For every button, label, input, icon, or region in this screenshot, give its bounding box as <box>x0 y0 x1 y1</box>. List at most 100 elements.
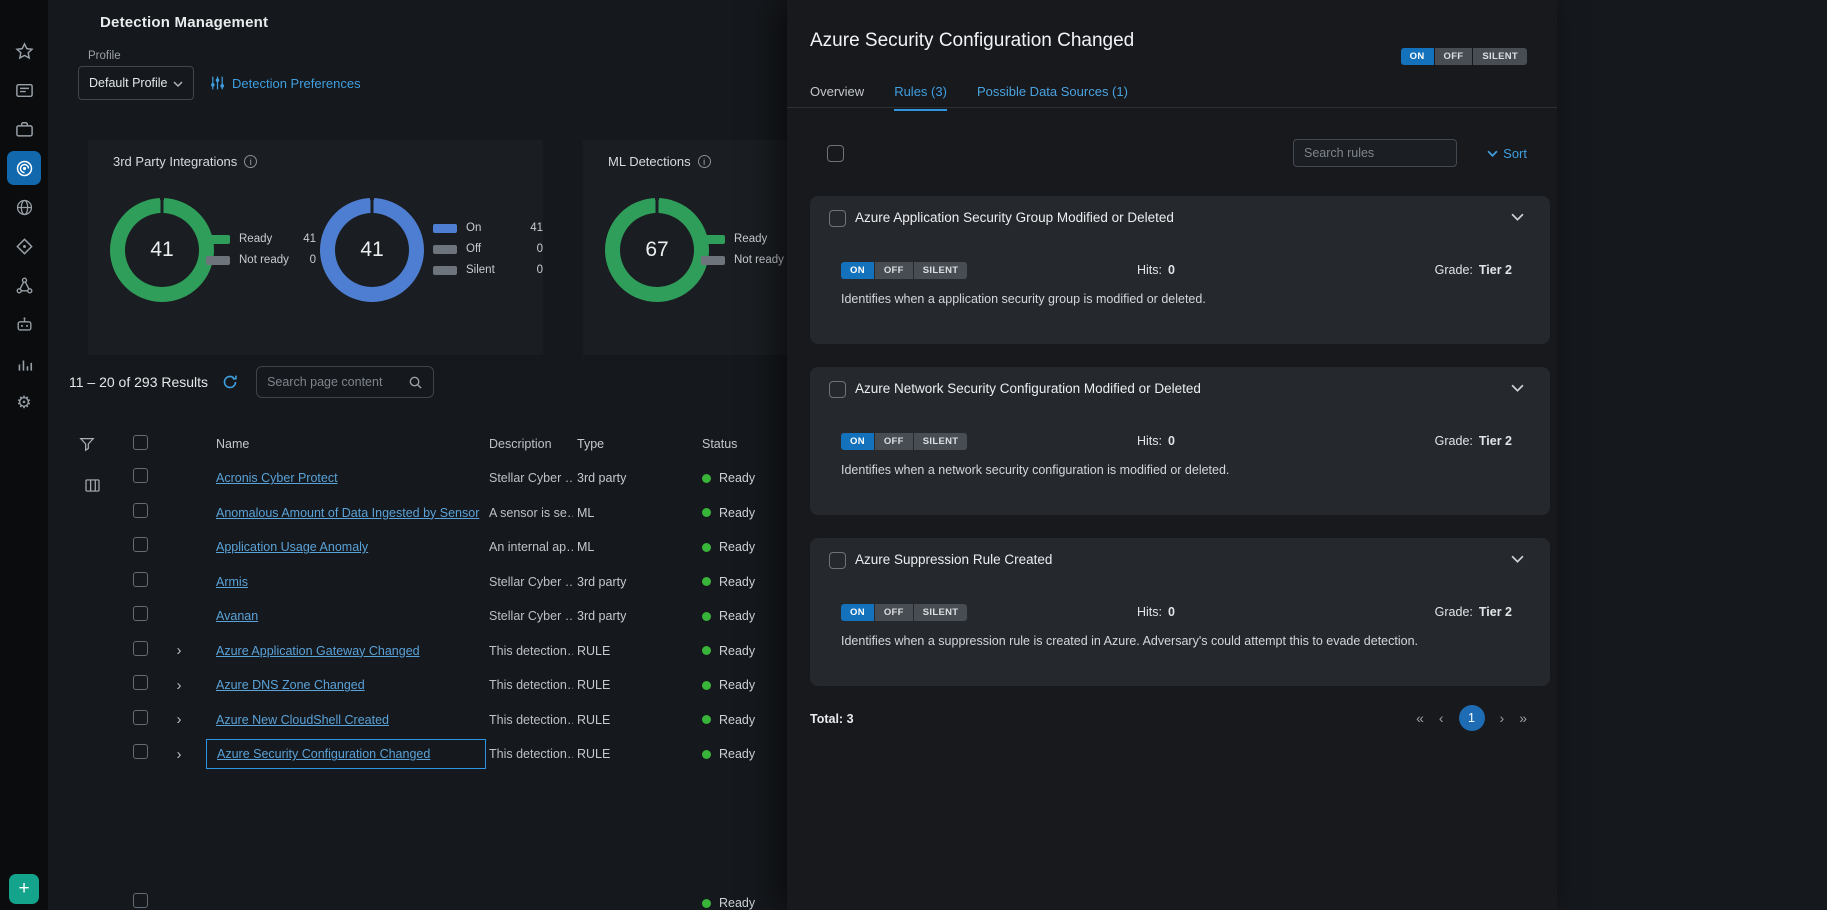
row-checkbox[interactable] <box>133 893 148 908</box>
star-icon[interactable] <box>7 34 41 68</box>
toggle-off-button[interactable]: OFF <box>1435 48 1473 65</box>
column-header-name[interactable]: Name <box>196 437 486 451</box>
first-page-icon[interactable]: « <box>1416 711 1424 725</box>
detection-link[interactable]: Azure Security Configuration Changed <box>217 747 430 761</box>
row-description: This detection… <box>486 713 573 727</box>
next-page-icon[interactable]: › <box>1500 711 1505 725</box>
globe-icon[interactable] <box>7 190 41 224</box>
page-search-box <box>256 366 434 398</box>
table-row[interactable]: › Azure New CloudShell Created This dete… <box>48 703 848 738</box>
rule-checkbox[interactable] <box>829 552 846 569</box>
rule-checkbox[interactable] <box>829 210 846 227</box>
settings-icon[interactable]: ⚙ <box>7 385 41 419</box>
row-checkbox[interactable] <box>133 572 148 587</box>
table-row-partial[interactable]: Ready <box>48 886 848 910</box>
detection-link[interactable]: Azure DNS Zone Changed <box>216 678 365 692</box>
detection-link[interactable]: Avanan <box>216 609 258 623</box>
current-page-button[interactable]: 1 <box>1459 705 1485 731</box>
column-header-type[interactable]: Type <box>573 437 698 451</box>
table-row-selected[interactable]: › Azure Security Configuration Changed T… <box>48 737 848 772</box>
left-nav-rail: ⚙ + <box>0 0 48 910</box>
table-row[interactable]: Anomalous Amount of Data Ingested by Sen… <box>48 496 848 531</box>
legend-label: On <box>466 222 481 234</box>
legend-label: Off <box>466 243 481 255</box>
detection-link[interactable]: Armis <box>216 575 248 589</box>
legend-label: Not ready <box>734 254 784 266</box>
profile-dropdown[interactable]: Default Profile <box>78 66 194 100</box>
toggle-silent-button[interactable]: SILENT <box>1473 48 1527 65</box>
table-row[interactable]: Avanan Stellar Cyber … 3rd party Ready <box>48 599 848 634</box>
detection-preferences-link[interactable]: Detection Preferences <box>210 75 361 91</box>
rule-card: Azure Application Security Group Modifie… <box>810 196 1550 344</box>
previous-page-icon[interactable]: ‹ <box>1439 711 1444 725</box>
license-icon[interactable] <box>7 73 41 107</box>
detection-link[interactable]: Azure New CloudShell Created <box>216 713 389 727</box>
detection-link[interactable]: Acronis Cyber Protect <box>216 471 338 485</box>
row-checkbox[interactable] <box>133 503 148 518</box>
chevron-down-icon[interactable] <box>1511 555 1524 563</box>
row-checkbox[interactable] <box>133 606 148 621</box>
row-type: ML <box>573 506 698 520</box>
rule-checkbox[interactable] <box>829 381 846 398</box>
selected-name-cell[interactable]: Azure Security Configuration Changed <box>206 739 486 769</box>
row-checkbox[interactable] <box>133 468 148 483</box>
toggle-on-button[interactable]: ON <box>841 433 874 450</box>
info-icon[interactable] <box>698 155 711 168</box>
legend-swatch-green <box>701 235 725 244</box>
table-row[interactable]: Armis Stellar Cyber … 3rd party Ready <box>48 565 848 600</box>
connections-icon[interactable] <box>7 268 41 302</box>
toggle-on-button[interactable]: ON <box>1401 48 1434 65</box>
table-row[interactable]: Acronis Cyber Protect Stellar Cyber … 3r… <box>48 461 848 496</box>
table-row[interactable]: › Azure DNS Zone Changed This detection…… <box>48 668 848 703</box>
rules-search-input[interactable] <box>1304 146 1446 160</box>
chevron-down-icon[interactable] <box>1511 384 1524 392</box>
legend-value: 41 <box>303 233 316 245</box>
expand-chevron-icon[interactable]: › <box>177 712 182 727</box>
toggle-silent-button[interactable]: SILENT <box>914 433 968 450</box>
row-checkbox[interactable] <box>133 744 148 759</box>
toggle-silent-button[interactable]: SILENT <box>914 262 968 279</box>
row-checkbox[interactable] <box>133 537 148 552</box>
detection-link[interactable]: Application Usage Anomaly <box>216 540 368 554</box>
table-row[interactable]: › Azure Application Gateway Changed This… <box>48 634 848 669</box>
last-page-icon[interactable]: » <box>1519 711 1527 725</box>
row-checkbox[interactable] <box>133 641 148 656</box>
detections-icon[interactable] <box>7 151 41 185</box>
app-window: ⚙ + Detection Management Profile Default… <box>0 0 1827 910</box>
chevron-down-icon[interactable] <box>1511 213 1524 221</box>
table-row[interactable]: Application Usage Anomaly An internal ap… <box>48 530 848 565</box>
expand-chevron-icon[interactable]: › <box>177 678 182 693</box>
column-header-description[interactable]: Description <box>486 437 573 451</box>
expand-chevron-icon[interactable]: › <box>177 747 182 762</box>
toggle-off-button[interactable]: OFF <box>875 262 913 279</box>
select-all-checkbox[interactable] <box>133 435 148 450</box>
briefcase-icon[interactable] <box>7 112 41 146</box>
refresh-icon[interactable] <box>222 374 238 390</box>
status-dot-icon <box>702 577 711 586</box>
detection-detail-panel: Azure Security Configuration Changed ON … <box>787 0 1557 910</box>
bot-icon[interactable] <box>7 307 41 341</box>
select-all-rules-checkbox[interactable] <box>827 145 844 162</box>
toggle-off-button[interactable]: OFF <box>875 604 913 621</box>
toggle-silent-button[interactable]: SILENT <box>914 604 968 621</box>
toggle-on-button[interactable]: ON <box>841 262 874 279</box>
toggle-off-button[interactable]: OFF <box>875 433 913 450</box>
toggle-on-button[interactable]: ON <box>841 604 874 621</box>
row-type: RULE <box>573 644 698 658</box>
info-icon[interactable] <box>244 155 257 168</box>
filter-icon[interactable] <box>79 436 95 452</box>
expand-chevron-icon[interactable]: › <box>177 643 182 658</box>
sort-control[interactable]: Sort <box>1487 146 1527 161</box>
detection-link[interactable]: Anomalous Amount of Data Ingested by Sen… <box>216 506 479 520</box>
assistant-plus-icon[interactable]: + <box>9 874 39 904</box>
detection-link[interactable]: Azure Application Gateway Changed <box>216 644 420 658</box>
row-checkbox[interactable] <box>133 675 148 690</box>
target-icon[interactable] <box>7 229 41 263</box>
status-dot-icon <box>702 899 711 908</box>
page-search-input[interactable] <box>267 375 408 389</box>
row-checkbox[interactable] <box>133 710 148 725</box>
rule-title: Azure Network Security Configuration Mod… <box>855 381 1201 396</box>
reports-icon[interactable] <box>7 346 41 380</box>
rule-grade: Grade:Tier 2 <box>1435 434 1512 448</box>
rules-search-box <box>1293 139 1457 167</box>
